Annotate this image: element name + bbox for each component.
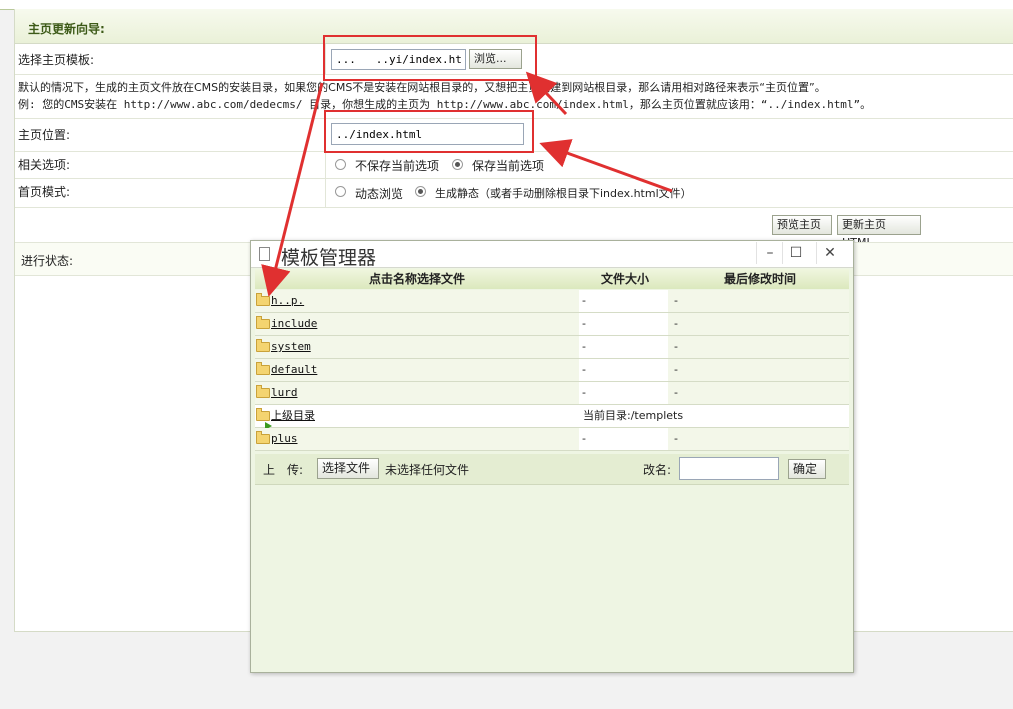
annotation-arrows [261,71,673,297]
arrow-to-position-box [539,139,673,193]
arrow-to-first-folder [261,82,324,297]
arrow-to-template-box [525,71,568,116]
